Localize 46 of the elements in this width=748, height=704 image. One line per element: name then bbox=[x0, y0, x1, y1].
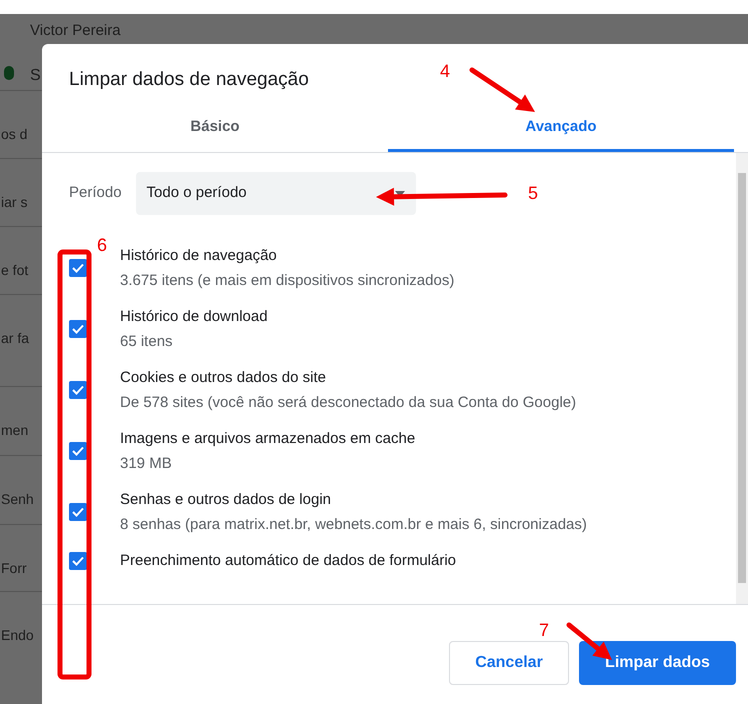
background-text: os d bbox=[1, 125, 28, 144]
option-title: Cookies e outros dados do site bbox=[120, 368, 327, 387]
annotation-number: 4 bbox=[440, 60, 450, 83]
background-text: ar fa bbox=[1, 329, 30, 348]
option-description: 65 itens bbox=[120, 332, 174, 351]
cancel-button[interactable]: Cancelar bbox=[449, 641, 569, 685]
option-description: 3.675 itens (e mais em dispositivos sincronizados) bbox=[120, 271, 454, 290]
dialog-title: Limpar dados de navegação bbox=[69, 68, 309, 92]
period-dropdown[interactable]: Todo o período bbox=[136, 172, 416, 215]
checkbox[interactable] bbox=[69, 503, 87, 521]
option-description: De 578 sites (você não será desconectado da sua Conta do Google) bbox=[120, 393, 576, 412]
tab[interactable]: Avançado bbox=[388, 106, 734, 152]
background-text: e fot bbox=[1, 261, 28, 280]
checkmark-icon bbox=[72, 446, 84, 456]
caret-icon bbox=[394, 190, 405, 196]
option-description: 8 senhas (para matrix.net.br, webnets.com.br e mais 6, sincronizadas) bbox=[120, 515, 587, 534]
checkmark-icon bbox=[72, 507, 84, 517]
background-text: S bbox=[30, 66, 41, 86]
clear-data-button[interactable]: Limpar dados bbox=[579, 641, 736, 685]
annotation-arrow bbox=[470, 68, 535, 112]
checkbox[interactable] bbox=[69, 381, 87, 399]
annotation-number: 5 bbox=[528, 182, 538, 205]
tab[interactable]: Básico bbox=[42, 106, 388, 152]
background-text: Forr bbox=[1, 559, 27, 578]
background-text: Senh bbox=[1, 490, 34, 509]
checkmark-icon bbox=[72, 556, 84, 566]
checkmark-icon bbox=[72, 263, 84, 273]
background-text: men bbox=[1, 421, 28, 440]
period-label: Período bbox=[69, 183, 122, 204]
option-title: Preenchimento automático de dados de formulário bbox=[120, 551, 456, 570]
checkbox[interactable] bbox=[69, 442, 87, 460]
checkbox[interactable] bbox=[69, 320, 87, 338]
option-title: Histórico de download bbox=[120, 307, 268, 326]
option-title: Imagens e arquivos armazenados em cache bbox=[120, 429, 416, 448]
background-text: Endo bbox=[1, 626, 34, 645]
checkbox[interactable] bbox=[69, 552, 87, 570]
option-title: Senhas e outros dados de login bbox=[120, 490, 332, 509]
background-text: iar s bbox=[1, 193, 28, 212]
user-name: Victor Pereira bbox=[30, 22, 121, 40]
checkbox[interactable] bbox=[69, 259, 87, 277]
checkmark-icon bbox=[72, 324, 84, 334]
checkmark-icon bbox=[72, 385, 84, 395]
option-title: Histórico de navegação bbox=[120, 246, 278, 265]
option-description: 319 MB bbox=[120, 454, 173, 473]
annotation-number: 6 bbox=[97, 234, 108, 257]
annotation-number: 7 bbox=[539, 619, 550, 642]
